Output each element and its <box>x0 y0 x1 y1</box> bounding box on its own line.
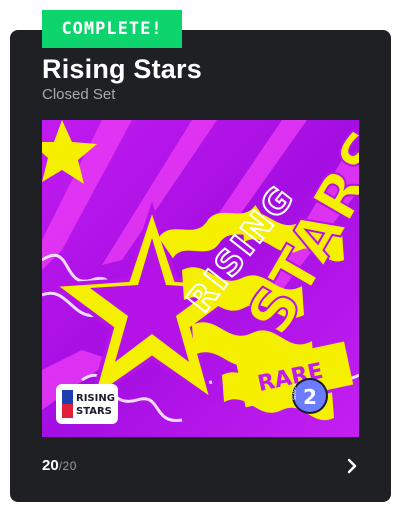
status-badge: COMPLETE! <box>42 10 182 48</box>
chevron-right-icon[interactable] <box>341 455 363 477</box>
logo-line2: STARS <box>76 406 112 417</box>
set-artwork[interactable]: RISING STARS RARE 2 SEASON RISING STARS <box>42 120 359 437</box>
season-number: 2 <box>303 385 317 409</box>
set-title: Rising Stars <box>42 54 202 84</box>
collection-progress: 20/20 <box>42 457 77 475</box>
progress-total: 20 <box>62 459 77 473</box>
set-subtitle: Closed Set <box>42 86 116 103</box>
logo-line1: RISING <box>76 393 115 404</box>
progress-collected: 20 <box>42 457 59 474</box>
status-badge-label: COMPLETE! <box>61 19 163 39</box>
season-label: SEASON <box>292 384 297 400</box>
artwork-illustration: RISING STARS RARE 2 SEASON RISING STARS <box>42 120 359 437</box>
